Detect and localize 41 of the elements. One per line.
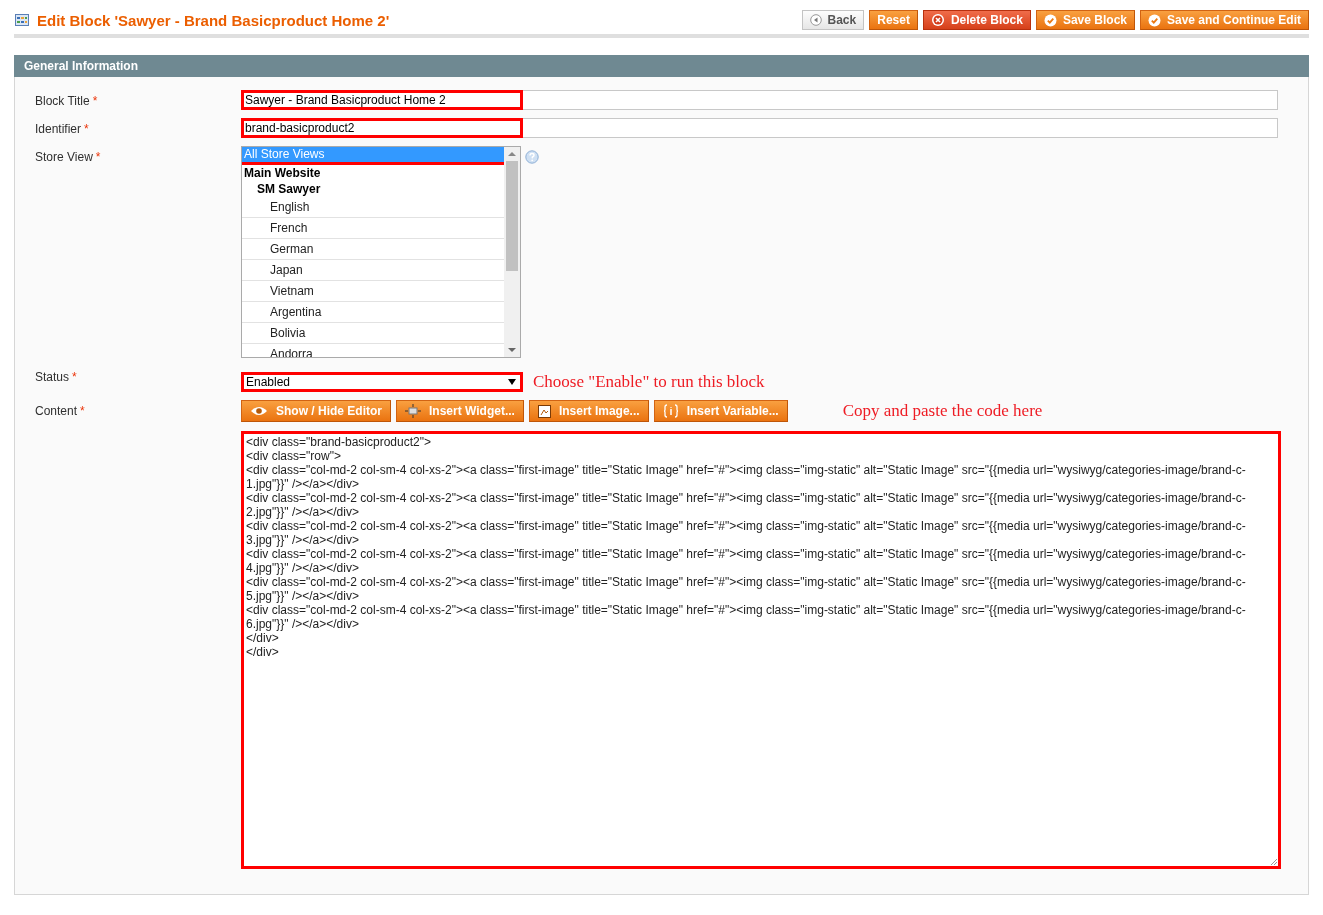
required-mark: *: [95, 150, 101, 164]
scrollbar[interactable]: [504, 147, 520, 357]
option-group-label: Main Website: [243, 165, 322, 181]
eye-icon: [250, 405, 268, 417]
option-group-label: SM Sawyer: [256, 181, 322, 197]
section-header: General Information: [14, 55, 1309, 77]
action-button[interactable]: Delete Block: [922, 10, 1031, 30]
image-icon: [537, 404, 551, 418]
dropdown-arrow-icon: [508, 379, 516, 385]
annotation-note: Choose "Enable" to run this block: [533, 372, 765, 392]
field-label: Content: [35, 404, 78, 418]
status-select[interactable]: Enabled: [241, 372, 523, 392]
required-mark: *: [80, 404, 85, 418]
store-option[interactable]: Argentina: [242, 302, 504, 323]
store-option[interactable]: Bolivia: [242, 323, 504, 344]
field-label: Identifier: [35, 122, 82, 136]
field-label: Status: [35, 370, 70, 384]
grid-icon: [15, 14, 29, 26]
block-title-input[interactable]: Sawyer - Brand Basicproduct Home 2: [241, 90, 1278, 110]
annotation-note: Copy and paste the code here: [842, 401, 1043, 421]
cross-circle-icon: [930, 13, 945, 27]
required-mark: *: [92, 94, 98, 108]
store-option[interactable]: Vietnam: [242, 281, 504, 302]
required-mark: *: [84, 122, 89, 136]
field-label: Store View: [35, 150, 93, 164]
store-option[interactable]: French: [242, 218, 504, 239]
store-option[interactable]: Japan: [242, 260, 504, 281]
action-button[interactable]: Back: [801, 10, 865, 30]
required-mark: *: [72, 370, 77, 384]
page-title: Edit Block 'Sawyer - Brand Basicproduct Home 2': [37, 11, 390, 29]
field-label: Block Title: [35, 94, 90, 108]
check-icon: [1148, 13, 1161, 27]
store-option[interactable]: English: [242, 197, 504, 218]
braces-icon: [662, 404, 679, 418]
resize-grip-icon[interactable]: [1270, 858, 1277, 865]
identifier-input[interactable]: brand-basicproduct2: [241, 118, 1278, 138]
check-icon: [1043, 13, 1057, 27]
help-icon[interactable]: [525, 150, 539, 164]
widget-icon: [405, 404, 421, 418]
content-textarea[interactable]: <div class="brand-basicproduct2"> <div class="row"> <div class="col-md-2 col-sm-4 col-xs-2"><a class="first-image" title="Static Image" href="#"><img class="img-static" alt="Static Image" src="{{media url="wysiwyg/categories-image/brand-c- 1.jpg"}}" /></a></div> <div class="col-md-2 col-sm-4 col-xs-2"><a class="first-image" title="Static Image" href="#"><img class="img-static" alt="Static Image" src="{{media url="wysiwyg/categories-image/brand-c- 2.jpg"}}" /></a></div> <div class="col-md-2 col-sm-4 col-xs-2"><a class="first-image" title="Static Image" href="#"><img class="img-static" alt="Static Image" src="{{media url="wysiwyg/categories-image/brand-c- 3.jpg"}}" /></a></div> <div class="col-md-2 col-sm-4 col-xs-2"><a class="first-image" title="Static Image" href="#"><img class="img-static" alt="Static Image" src="{{media url="wysiwyg/categories-image/brand-c- 4.jpg"}}" /></a></div> <div class="col-md-2 col-sm-4 col-xs-2"><a class="first-image" title="Static Image" href="#"><img class="img-static" alt="Static Image" src="{{media url="wysiwyg/categories-image/brand-c- 5.jpg"}}" /></a></div> <div class="col-md-2 col-sm-4 col-xs-2"><a class="first-image" title="Static Image" href="#"><img class="img-static" alt="Static Image" src="{{media url="wysiwyg/categories-image/brand-c- 6.jpg"}}" /></a></div> </div> </div>: [241, 431, 1281, 869]
store-option[interactable]: German: [242, 239, 504, 260]
